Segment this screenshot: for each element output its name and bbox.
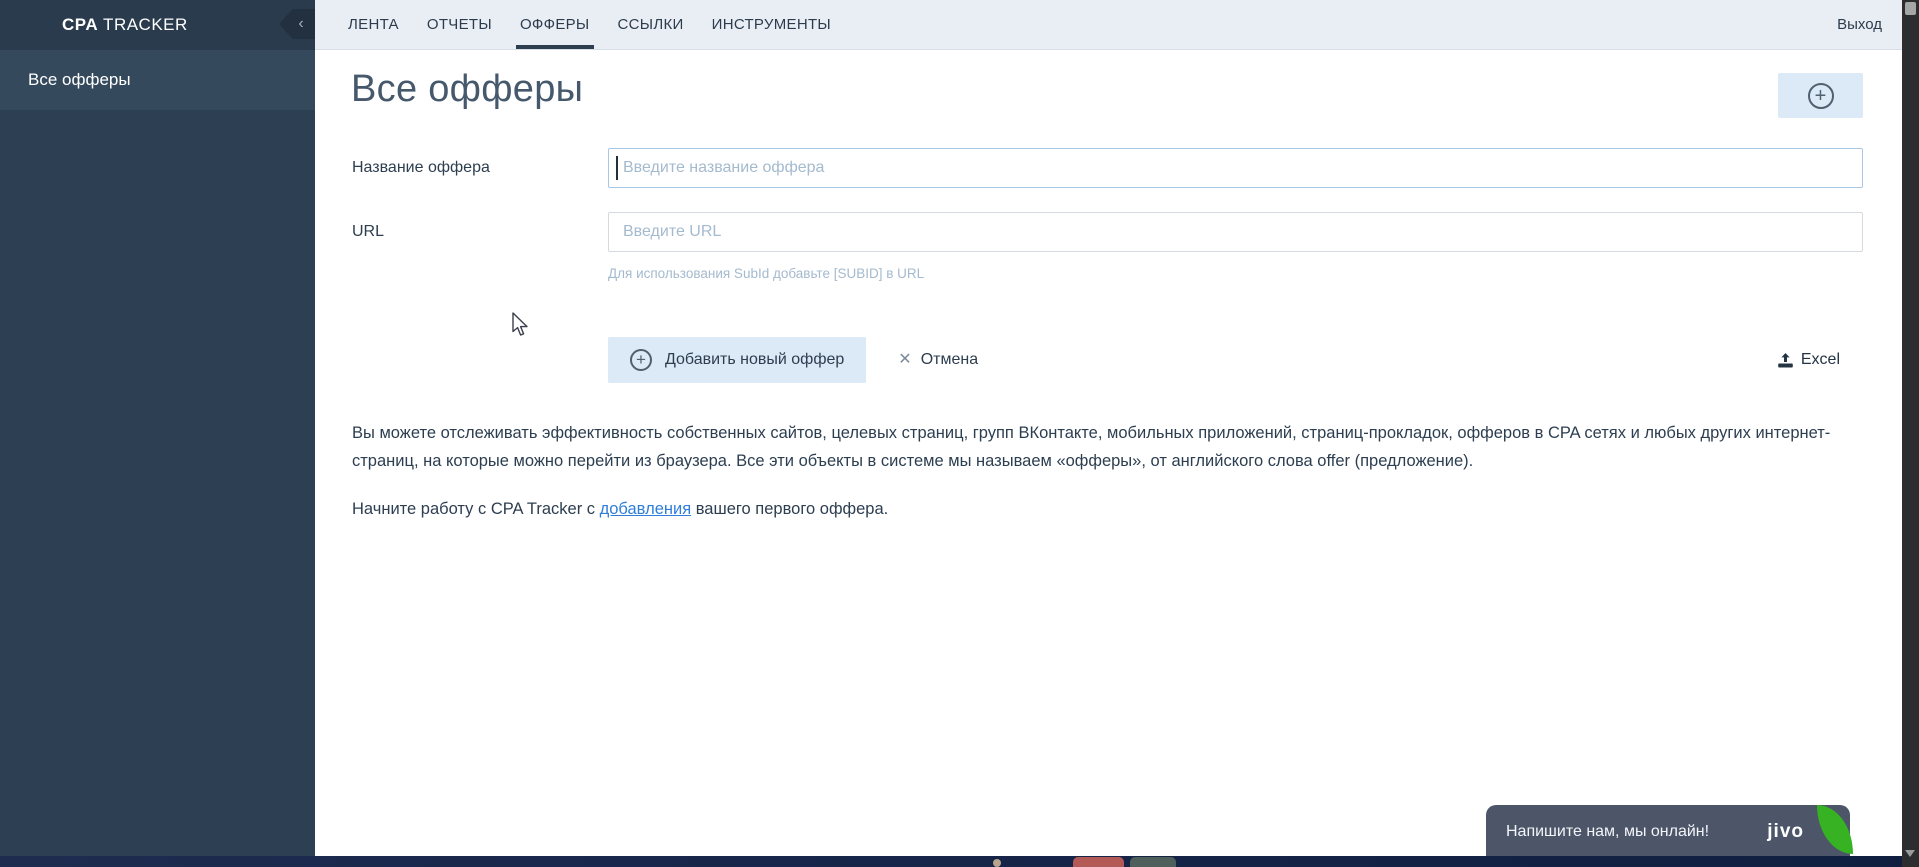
tab-ssylki[interactable]: ССЫЛКИ — [616, 0, 686, 49]
brand-logo[interactable]: CPA TRACKER — [62, 15, 188, 35]
topbar: ЛЕНТА ОТЧЕТЫ ОФФЕРЫ ССЫЛКИ ИНСТРУМЕНТЫ В… — [315, 0, 1902, 50]
taskbar-strip — [0, 856, 1902, 867]
excel-label: Excel — [1800, 351, 1840, 368]
start-paragraph: Начните работу с CPA Tracker с добавлени… — [352, 496, 1857, 522]
nav-tabs: ЛЕНТА ОТЧЕТЫ ОФФЕРЫ ССЫЛКИ ИНСТРУМЕНТЫ — [346, 0, 833, 49]
sidebar: CPA TRACKER ‹ Все офферы — [0, 0, 315, 867]
add-offer-submit-button[interactable]: + Добавить новый оффер — [608, 337, 867, 383]
taskbar-icon — [1130, 857, 1176, 867]
scrollbar-thumb[interactable] — [1905, 2, 1916, 15]
tab-instrumenty[interactable]: ИНСТРУМЕНТЫ — [710, 0, 833, 49]
brand-bold: CPA — [62, 15, 99, 34]
offer-name-input[interactable] — [608, 148, 1863, 188]
plus-circle-icon: + — [1807, 82, 1834, 109]
main-content: Все офферы + Название оффера URL Для исп… — [315, 50, 1902, 856]
plus-circle-icon: + — [630, 349, 652, 371]
submit-label: Добавить новый оффер — [665, 351, 845, 368]
offer-name-input-wrap — [608, 148, 1863, 188]
subid-hint: Для использования SubId добавьте [SUBID]… — [608, 266, 925, 281]
cancel-button[interactable]: ✕ Отмена — [898, 351, 978, 369]
tab-lenta[interactable]: ЛЕНТА — [346, 0, 401, 49]
taskbar-icon — [993, 859, 1001, 867]
scrollbar[interactable] — [1902, 0, 1919, 867]
scrollbar-down-arrow-icon[interactable] — [1905, 850, 1915, 857]
tab-otchety[interactable]: ОТЧЕТЫ — [425, 0, 494, 49]
offer-url-label: URL — [352, 223, 385, 240]
jivo-logo: jivo — [1767, 821, 1804, 842]
sidebar-collapse-button[interactable]: ‹ — [279, 9, 315, 39]
logout-button[interactable]: Выход — [1837, 0, 1882, 49]
offer-url-input[interactable] — [608, 212, 1863, 252]
offer-url-row: URL — [352, 212, 1863, 252]
add-offer-link[interactable]: добавления — [600, 500, 692, 518]
intro-paragraph: Вы можете отслеживать эффективность собс… — [352, 424, 1831, 470]
form-actions: + Добавить новый оффер ✕ Отмена Excel — [608, 337, 1840, 383]
upload-icon — [1778, 352, 1793, 367]
sidebar-item-all-offers[interactable]: Все офферы — [0, 50, 315, 110]
tab-offery[interactable]: ОФФЕРЫ — [515, 0, 594, 49]
offer-url-input-wrap — [608, 212, 1863, 252]
start-text-after: вашего первого оффера. — [691, 500, 889, 518]
sidebar-item-label: Все офферы — [28, 70, 131, 89]
taskbar-icon — [1073, 857, 1124, 867]
offer-name-row: Название оффера — [352, 148, 1863, 188]
close-icon: ✕ — [898, 351, 912, 368]
chat-message: Напишите нам, мы онлайн! — [1506, 823, 1710, 840]
brand-rest: TRACKER — [98, 15, 188, 34]
page-title: Все офферы — [351, 68, 584, 110]
add-offer-toggle-button[interactable]: + — [1778, 73, 1863, 118]
sidebar-nav: Все офферы — [0, 50, 315, 110]
sidebar-header: CPA TRACKER ‹ — [0, 0, 315, 50]
jivo-leaf-icon — [1817, 805, 1853, 854]
cancel-label: Отмена — [920, 351, 979, 368]
offer-name-label: Название оффера — [352, 159, 490, 176]
chevron-left-icon: ‹ — [298, 15, 304, 32]
text-caret — [616, 156, 618, 180]
excel-export-button[interactable]: Excel — [1777, 351, 1840, 369]
start-text-before: Начните работу с CPA Tracker с — [352, 500, 600, 518]
